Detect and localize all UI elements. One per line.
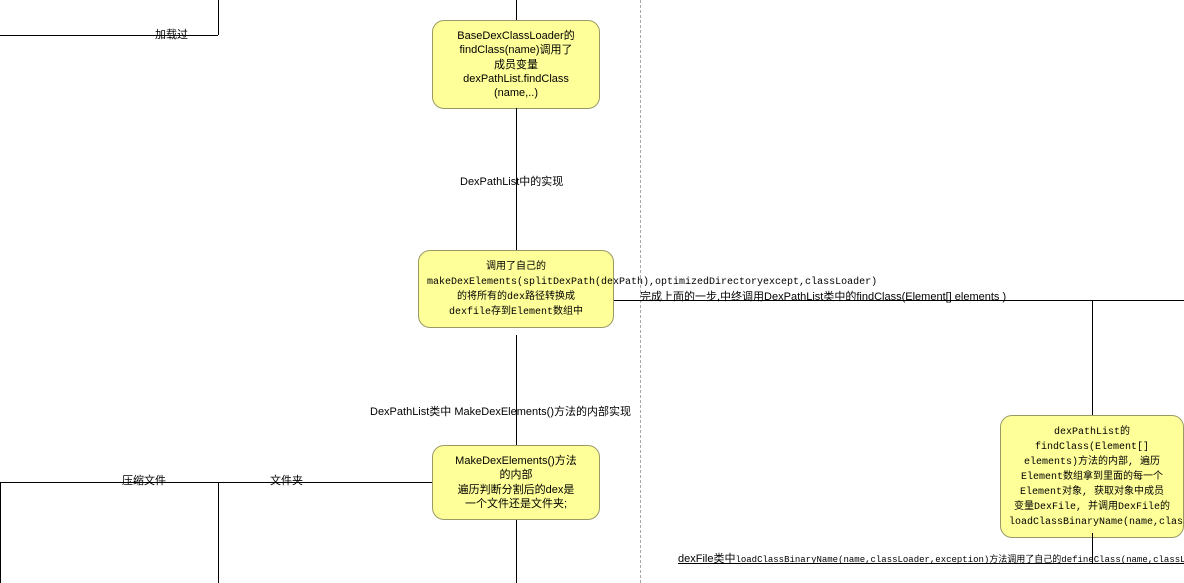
label-text-b: loadClassBinaryName(name,classLoader,exc… (735, 555, 1184, 565)
edge-folder-v (218, 482, 219, 583)
edge-into-n1 (516, 0, 517, 20)
label-makedex-impl: DexPathList类中 MakeDexElements()方法的内部实现 (370, 403, 631, 419)
edge-folder-h (218, 482, 432, 483)
edge-zip-h (0, 482, 218, 483)
node-text: dexPathList的findClass(Element[]elements)… (1009, 427, 1184, 528)
node-makedexelements-body: MakeDexElements()方法的内部遍历判断分割后的dex是一个文件还是… (432, 445, 600, 520)
node-text: BaseDexClassLoader的findClass(name)调用了成员变… (457, 30, 574, 99)
label-finish-step: 完成上面的一步,中终调用DexPathList类中的findClass(Elem… (640, 288, 1006, 304)
edge-into-n4 (1092, 300, 1093, 415)
label-text-a: dexFile类中 (678, 553, 735, 565)
node-dexpathlist-findclass: dexPathList的findClass(Element[]elements)… (1000, 415, 1184, 538)
edge-n2-n3 (516, 335, 517, 445)
label-loaded: 加载过 (155, 26, 188, 42)
label-dexfile-loadclass: dexFile类中loadClassBinaryName(name,classL… (678, 550, 1184, 566)
label-folder: 文件夹 (270, 472, 303, 488)
node-basedexclassloader: BaseDexClassLoader的findClass(name)调用了成员变… (432, 20, 600, 109)
label-text: 完成上面的一步,中终调用DexPathList类中的findClass(Elem… (640, 291, 1006, 303)
edge-n3-down (516, 520, 517, 583)
node-makedexelements-call: 调用了自己的makeDexElements(splitDexPath(dexPa… (418, 250, 614, 328)
edge-zip-v-partial (0, 482, 1, 583)
node-text: MakeDexElements()方法的内部遍历判断分割后的dex是一个文件还是… (455, 455, 577, 510)
label-zip: 压缩文件 (122, 472, 166, 488)
edge-left-top-v (218, 0, 219, 35)
label-dexpathlist-impl: DexPathList中的实现 (460, 173, 563, 189)
